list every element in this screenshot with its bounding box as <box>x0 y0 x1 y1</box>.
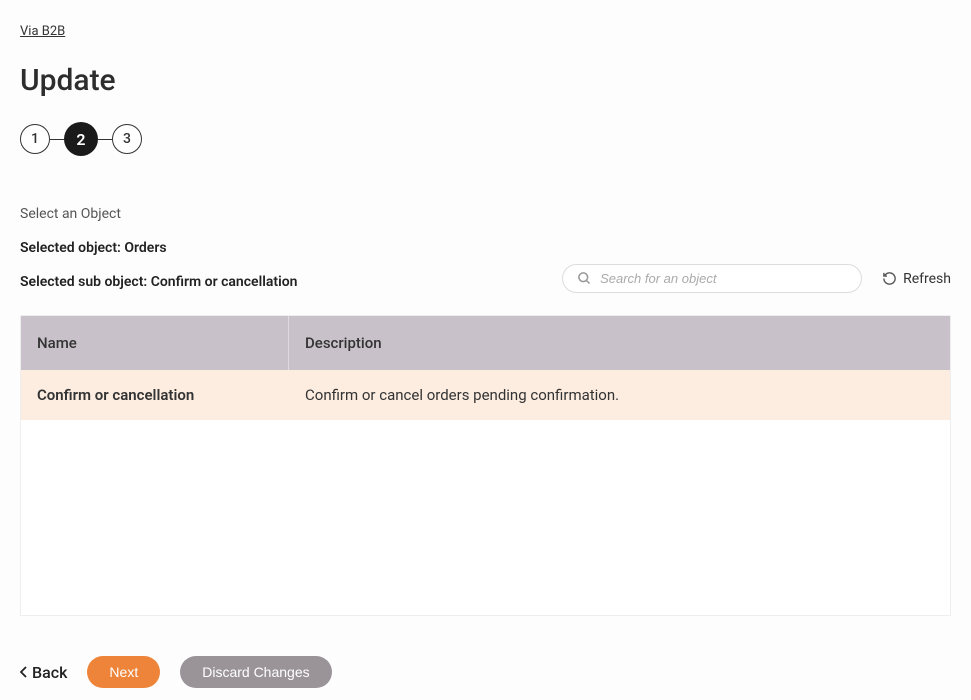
refresh-icon <box>882 271 897 286</box>
breadcrumb-link[interactable]: Via B2B <box>20 24 65 39</box>
next-button[interactable]: Next <box>87 656 160 688</box>
step-3[interactable]: 3 <box>112 124 142 154</box>
section-label: Select an Object <box>20 206 951 222</box>
step-2[interactable]: 2 <box>64 122 98 156</box>
selected-object-label: Selected object: Orders <box>20 240 951 256</box>
td-description: Confirm or cancel orders pending confirm… <box>289 370 950 420</box>
chevron-left-icon <box>20 666 28 678</box>
search-icon <box>577 271 592 286</box>
step-connector <box>98 139 112 140</box>
back-button[interactable]: Back <box>20 663 67 682</box>
search-field-wrap <box>562 264 862 293</box>
table-header: Name Description <box>21 316 950 370</box>
th-name: Name <box>21 316 289 370</box>
refresh-button[interactable]: Refresh <box>882 271 951 287</box>
step-connector <box>50 139 64 140</box>
footer: Back Next Discard Changes <box>20 656 951 688</box>
back-label: Back <box>32 663 67 682</box>
td-name: Confirm or cancellation <box>21 370 289 420</box>
th-description: Description <box>289 316 950 370</box>
step-1[interactable]: 1 <box>20 124 50 154</box>
page-title: Update <box>20 63 951 98</box>
search-input[interactable] <box>600 271 847 286</box>
table-empty-area <box>21 420 950 615</box>
object-table: Name Description Confirm or cancellation… <box>20 315 951 616</box>
refresh-label: Refresh <box>903 271 951 287</box>
discard-button[interactable]: Discard Changes <box>180 656 331 688</box>
table-row[interactable]: Confirm or cancellation Confirm or cance… <box>21 370 950 420</box>
stepper: 1 2 3 <box>20 122 951 156</box>
